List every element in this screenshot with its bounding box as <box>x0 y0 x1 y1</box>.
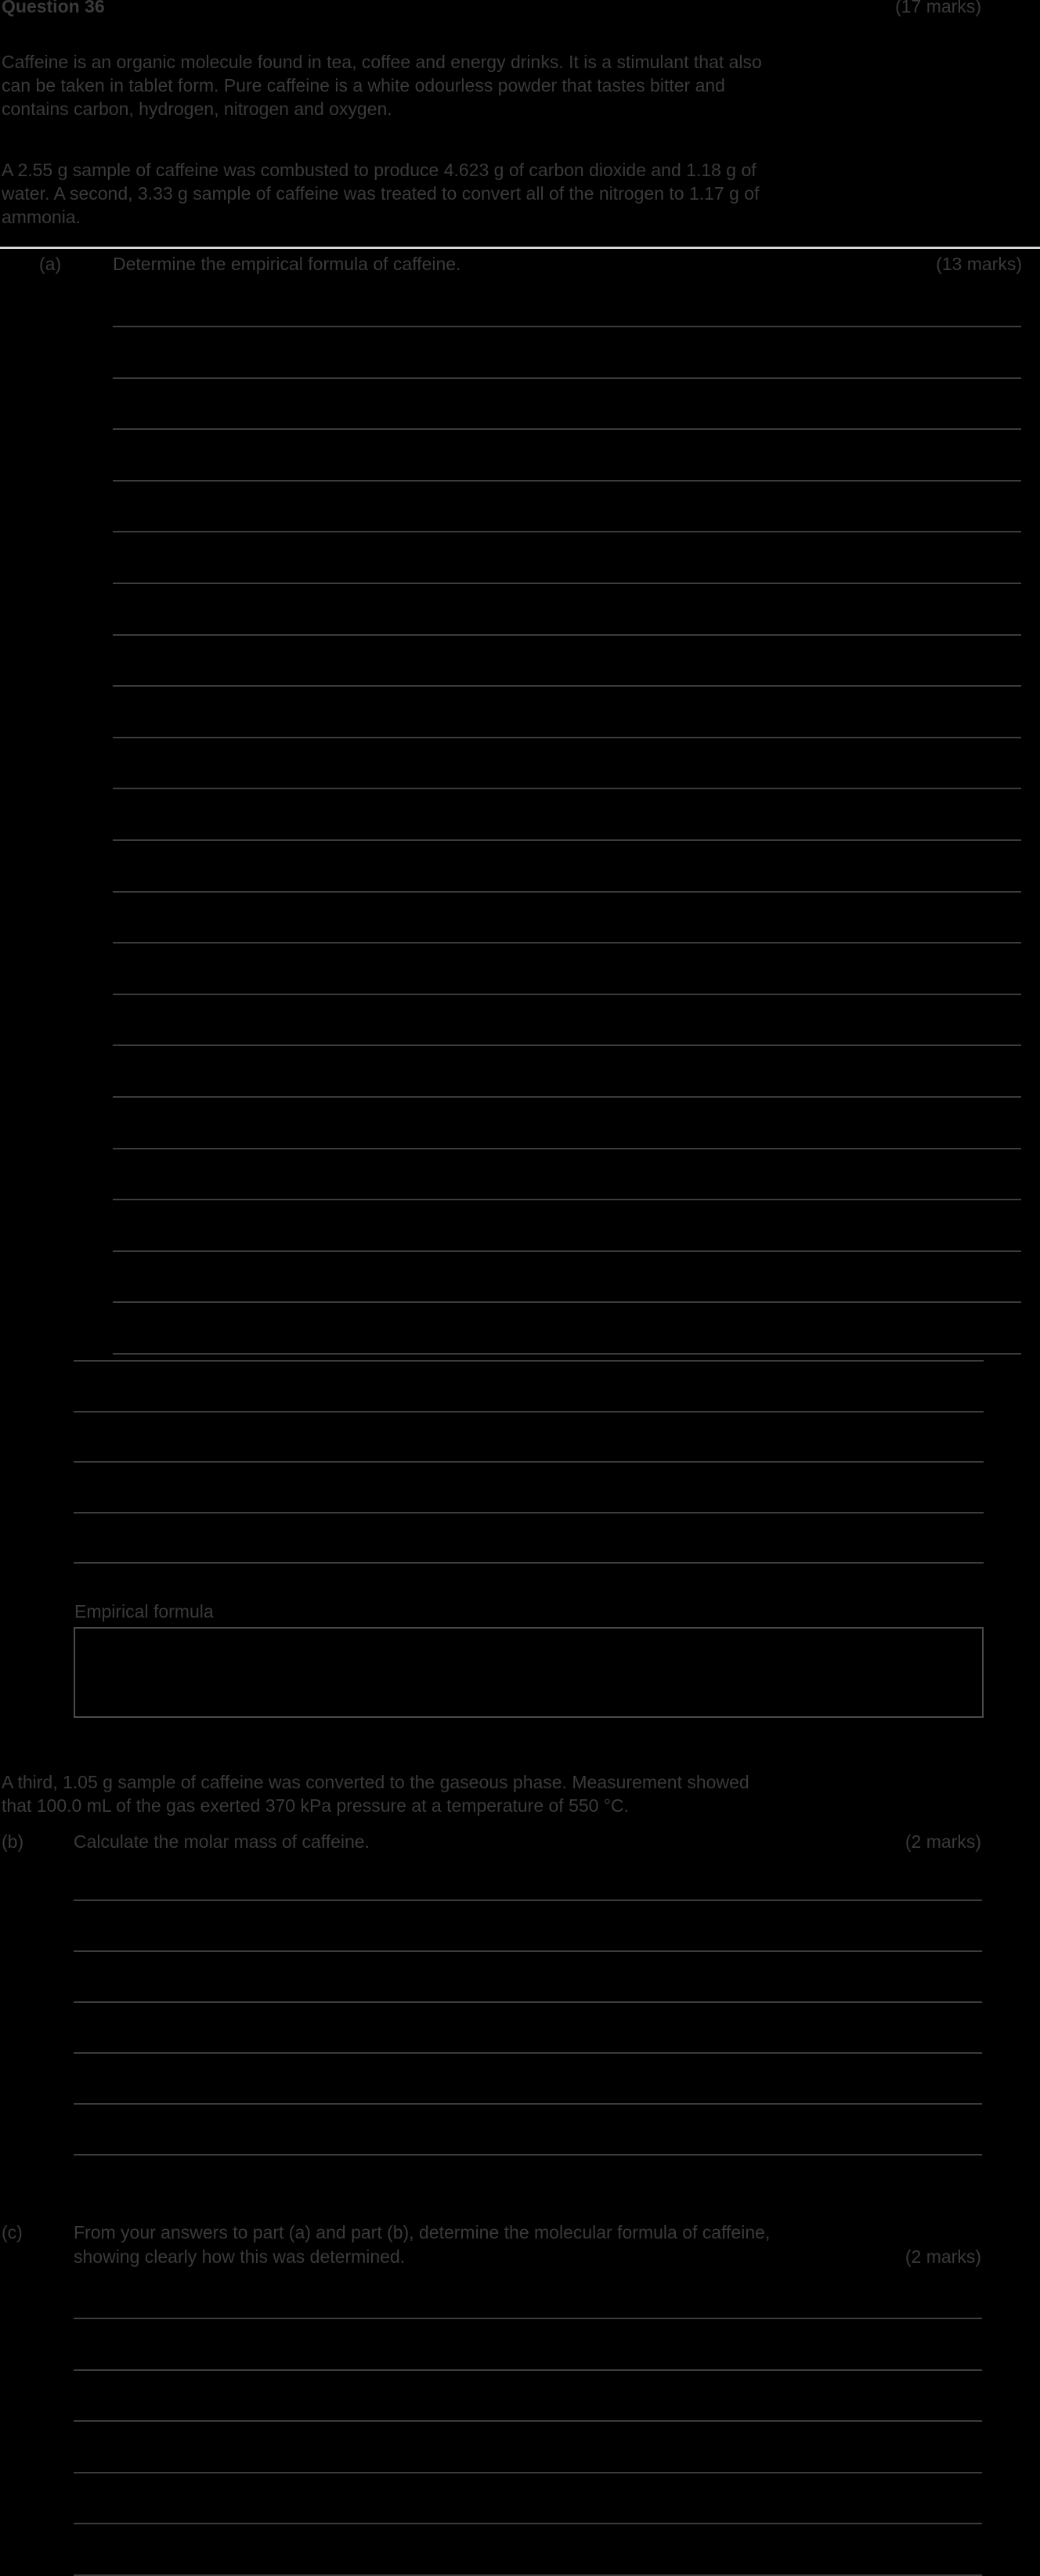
answer-line[interactable] <box>74 1900 982 1901</box>
answer-line[interactable] <box>74 2523 982 2524</box>
page-separator <box>0 247 1040 249</box>
intro-line: contains carbon, hydrogen, nitrogen and … <box>2 99 392 119</box>
part-b-preamble-line: A third, 1.05 g sample of caffeine was c… <box>2 1772 749 1792</box>
answer-line[interactable] <box>113 890 1021 893</box>
total-marks: (17 marks) <box>895 0 981 16</box>
part-b-label: (b) <box>2 1831 24 1852</box>
answer-line[interactable] <box>74 1511 984 1513</box>
answer-line[interactable] <box>113 428 1021 431</box>
answer-line[interactable] <box>113 583 1021 584</box>
answer-line[interactable] <box>113 942 1021 944</box>
intro-line: water. A second, 3.33 g sample of caffei… <box>2 183 760 204</box>
answer-line[interactable] <box>74 1410 984 1412</box>
answer-line[interactable] <box>113 1044 1021 1047</box>
answer-line[interactable] <box>113 1096 1021 1098</box>
answer-line[interactable] <box>113 1353 1021 1355</box>
empirical-formula-label: Empirical formula <box>74 1601 214 1622</box>
answer-line[interactable] <box>113 1301 1021 1304</box>
answer-line[interactable] <box>74 1562 984 1564</box>
answer-line[interactable] <box>113 479 1021 482</box>
part-b-preamble-line: that 100.0 mL of the gas exerted 370 kPa… <box>2 1795 630 1816</box>
answer-line[interactable] <box>74 2001 982 2003</box>
empirical-formula-answer-box[interactable] <box>74 1627 984 1718</box>
question-label: Question 36 <box>2 0 105 16</box>
answer-line[interactable] <box>74 2103 982 2105</box>
intro-line: Caffeine is an organic molecule found in… <box>2 52 762 72</box>
part-b-marks: (2 marks) <box>905 1831 981 1852</box>
intro-line: can be taken in tablet form. Pure caffei… <box>2 75 725 96</box>
part-a-label: (a) <box>39 254 62 274</box>
answer-line[interactable] <box>74 1461 984 1463</box>
part-a-question: Determine the empirical formula of caffe… <box>113 254 461 274</box>
answer-line[interactable] <box>74 2318 982 2319</box>
answer-line[interactable] <box>113 1199 1021 1201</box>
answer-line[interactable] <box>74 2369 982 2371</box>
answer-line[interactable] <box>74 2420 982 2422</box>
answer-line[interactable] <box>113 377 1021 379</box>
answer-line[interactable] <box>113 736 1021 738</box>
answer-line[interactable] <box>74 2052 982 2054</box>
intro-line: A 2.55 g sample of caffeine was combuste… <box>2 160 757 180</box>
part-c-question-line: From your answers to part (a) and part (… <box>74 2222 771 2242</box>
part-c-question-line: showing clearly how this was determined. <box>74 2246 406 2267</box>
answer-line[interactable] <box>113 1147 1021 1149</box>
part-c-label: (c) <box>2 2222 23 2242</box>
answer-line[interactable] <box>74 1950 982 1952</box>
answer-line[interactable] <box>113 326 1021 327</box>
answer-line[interactable] <box>113 839 1021 841</box>
answer-line[interactable] <box>113 531 1021 533</box>
answer-line[interactable] <box>74 2154 982 2156</box>
part-a-marks: (13 marks) <box>936 254 1022 274</box>
answer-line[interactable] <box>113 633 1021 636</box>
answer-line[interactable] <box>113 788 1021 790</box>
answer-line[interactable] <box>113 1250 1021 1252</box>
part-c-marks: (2 marks) <box>905 2246 981 2267</box>
part-b-question: Calculate the molar mass of caffeine. <box>74 1831 370 1852</box>
answer-line[interactable] <box>113 685 1021 687</box>
intro-line: ammonia. <box>2 207 81 227</box>
answer-line[interactable] <box>74 1360 984 1362</box>
answer-line[interactable] <box>74 2471 982 2473</box>
answer-line[interactable] <box>113 993 1021 995</box>
